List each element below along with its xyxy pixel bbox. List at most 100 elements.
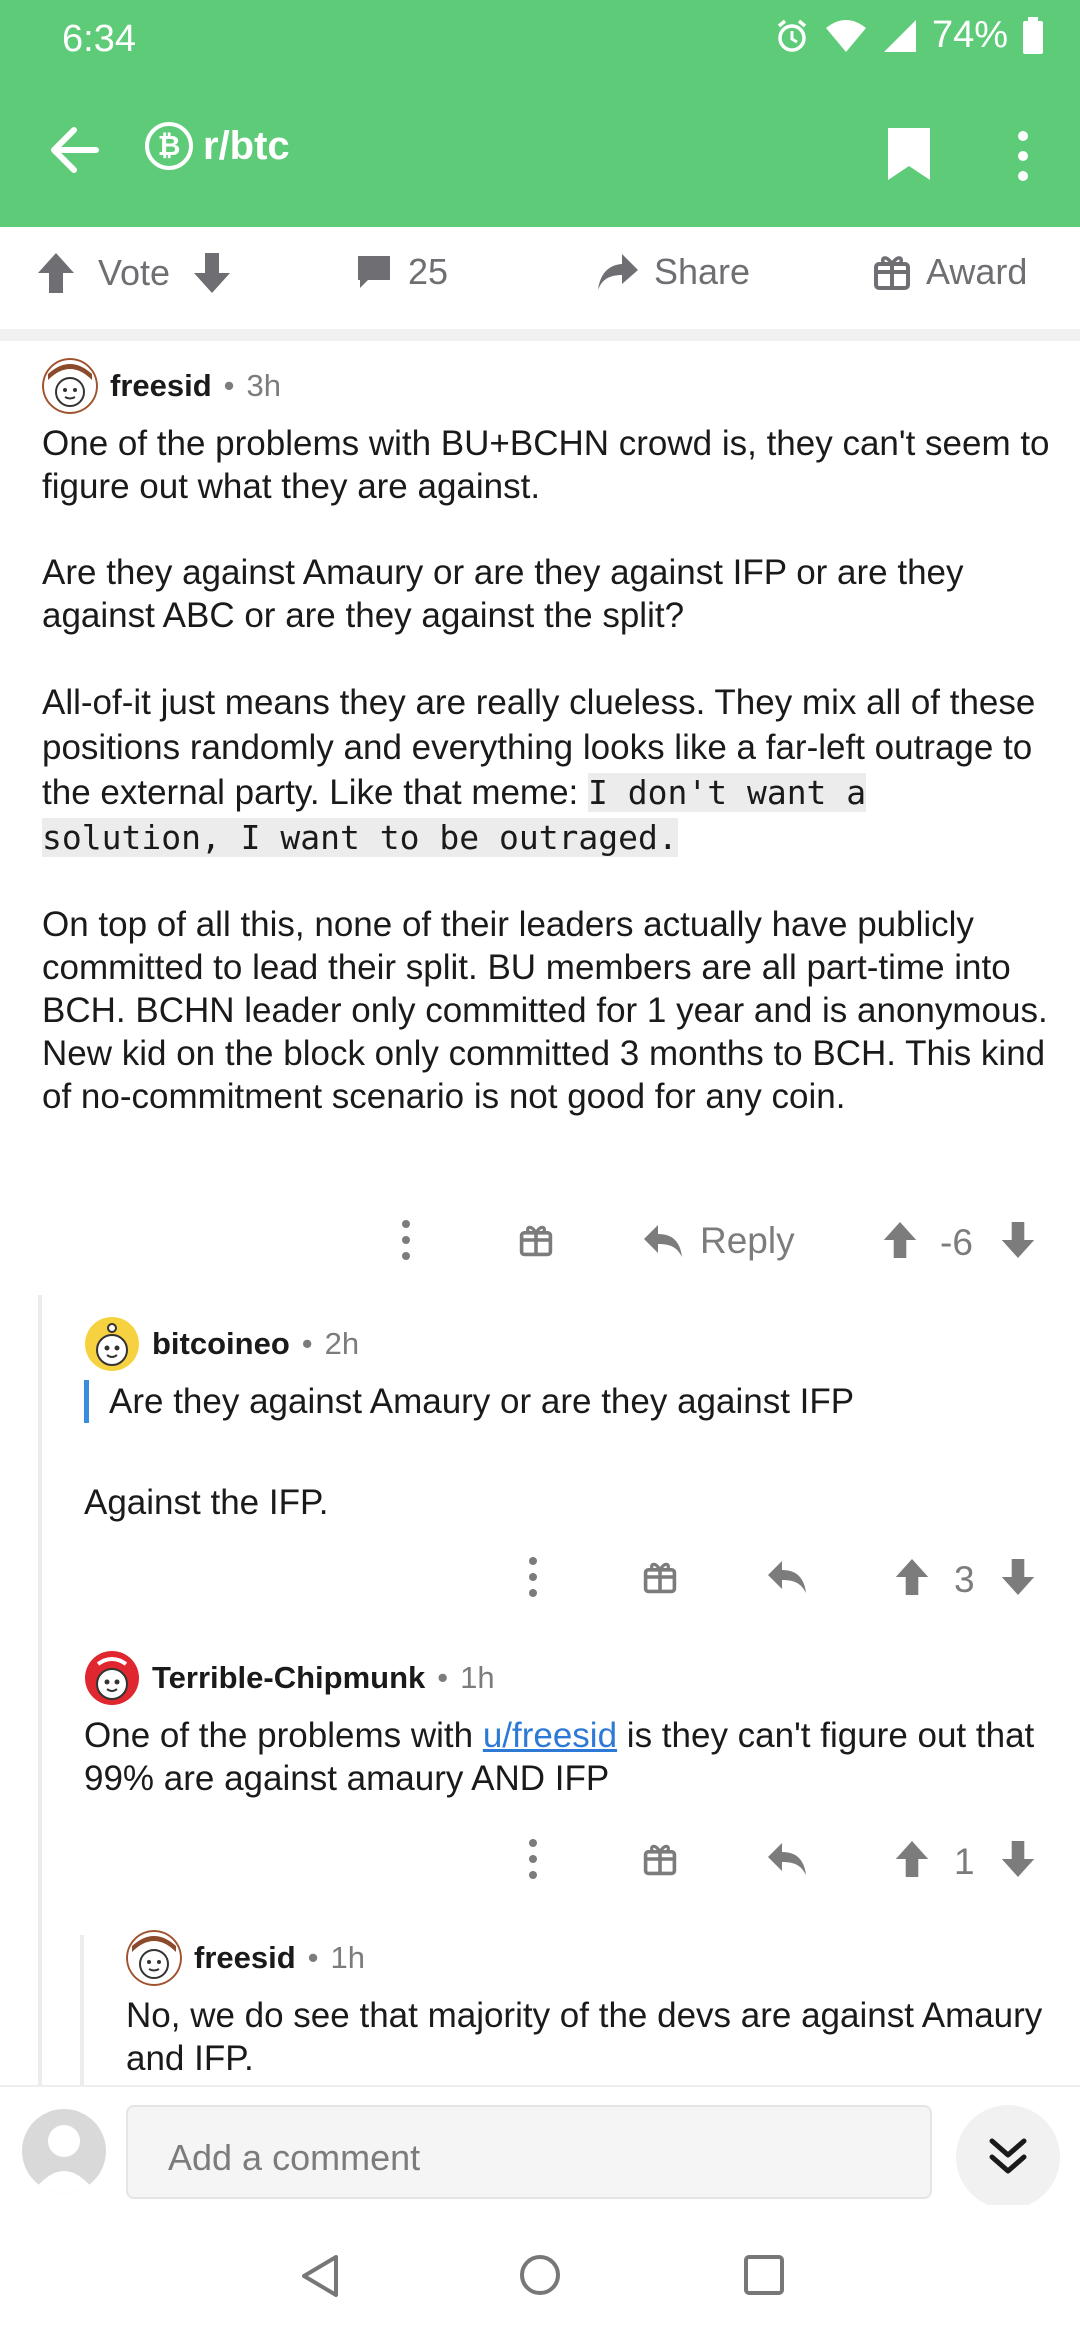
upvote-icon[interactable] xyxy=(882,1220,918,1269)
upvote-icon[interactable] xyxy=(894,1557,930,1606)
comment-age: 1h xyxy=(330,1940,366,1975)
comment-paragraph: One of the problems with BU+BCHN crowd i… xyxy=(42,424,1050,506)
app-bar: ₿ r/btc xyxy=(0,100,1080,210)
comment-age: 2h xyxy=(324,1326,360,1361)
reply-label: Reply xyxy=(700,1220,795,1261)
comment-score: 1 xyxy=(954,1841,975,1882)
award-label: Award xyxy=(926,251,1028,292)
wifi-icon xyxy=(824,18,868,54)
bitcoin-icon: ₿ xyxy=(145,122,193,170)
meta-separator: • xyxy=(301,1326,313,1361)
comment-bubble-icon xyxy=(354,252,394,292)
subreddit-name: r/btc xyxy=(203,123,290,168)
comment-text: One of the problems with xyxy=(84,1716,483,1755)
comment-author[interactable]: freesid xyxy=(194,1940,296,1976)
downvote-icon[interactable] xyxy=(1000,1839,1036,1888)
comment-paragraph: On top of all this, none of their leader… xyxy=(42,905,1048,1116)
gift-icon[interactable] xyxy=(642,1559,678,1604)
comment-author[interactable]: Terrible-Chipmunk xyxy=(152,1660,425,1696)
battery-icon xyxy=(1022,16,1044,55)
comment-actions: Reply -6 xyxy=(0,1218,1080,1268)
thread-line xyxy=(38,1295,42,2085)
comment-score: -6 xyxy=(940,1222,973,1263)
comment-body: Are they against Amaury or are they agai… xyxy=(84,1380,1044,1524)
bookmark-icon[interactable] xyxy=(884,126,934,182)
user-avatar[interactable] xyxy=(126,1930,182,1986)
more-options-icon[interactable] xyxy=(525,1555,541,1608)
comments-count: 25 xyxy=(408,251,449,292)
comment-paragraph: No, we do see that majority of the devs … xyxy=(126,1996,1043,2078)
comment-paragraph: Against the IFP. xyxy=(84,1483,329,1522)
gift-icon[interactable] xyxy=(518,1222,554,1267)
nav-home-icon[interactable] xyxy=(518,2253,562,2302)
battery-percent: 74% xyxy=(931,14,1008,56)
downvote-icon[interactable] xyxy=(1000,1220,1036,1269)
comment-body: One of the problems with u/freesid is th… xyxy=(84,1714,1044,1800)
comment-age: 3h xyxy=(246,368,282,403)
more-options-icon[interactable] xyxy=(525,1837,541,1890)
comment-paragraph: All-of-it just means they are really clu… xyxy=(42,680,1052,860)
comment-author[interactable]: freesid xyxy=(110,368,212,404)
share-label: Share xyxy=(654,251,751,292)
comment-meta: freesid • 1h xyxy=(126,1930,1046,1986)
blockquote: Are they against Amaury or are they agai… xyxy=(84,1380,1044,1423)
comment: freesid • 3h One of the problems with BU… xyxy=(42,358,1052,1161)
add-comment-input[interactable]: Add a comment xyxy=(126,2105,932,2199)
user-avatar[interactable] xyxy=(22,2109,106,2193)
post-action-bar: Vote 25 Share Award xyxy=(0,227,1080,341)
user-avatar[interactable] xyxy=(84,1316,140,1372)
cellular-icon xyxy=(882,18,918,54)
user-avatar[interactable] xyxy=(84,1650,140,1706)
app-header: 6:34 74% ₿ r/btc xyxy=(0,0,1080,227)
comment: bitcoineo • 2h Are they against Amaury o… xyxy=(84,1316,1044,1567)
reply-button[interactable]: Reply xyxy=(642,1220,795,1262)
gift-icon xyxy=(872,252,912,292)
double-chevron-down-icon xyxy=(986,2133,1030,2182)
user-mention-link[interactable]: u/freesid xyxy=(483,1716,617,1755)
subreddit-chip[interactable]: ₿ r/btc xyxy=(145,122,290,170)
status-bar: 6:34 74% xyxy=(0,0,1080,80)
meta-separator: • xyxy=(223,368,235,403)
comment-author[interactable]: bitcoineo xyxy=(152,1326,290,1362)
comment-body: No, we do see that majority of the devs … xyxy=(126,1994,1046,2080)
comment-score: 3 xyxy=(954,1559,975,1600)
downvote-icon[interactable] xyxy=(192,251,232,295)
reply-icon[interactable] xyxy=(766,1841,808,1886)
comment-paragraph: Are they against Amaury or are they agai… xyxy=(42,553,964,635)
comment: Terrible-Chipmunk • 1h One of the proble… xyxy=(84,1650,1044,1843)
meta-separator: • xyxy=(307,1940,319,1975)
comment-age: 1h xyxy=(460,1660,495,1695)
comment-text: All-of-it just means they are really clu… xyxy=(42,683,1036,812)
vote-control: Vote xyxy=(36,251,232,295)
vote-label: Vote xyxy=(98,252,171,293)
more-options-icon[interactable] xyxy=(1006,128,1040,188)
gift-icon[interactable] xyxy=(642,1841,678,1886)
comment-meta: Terrible-Chipmunk • 1h xyxy=(84,1650,1044,1706)
status-time: 6:34 xyxy=(62,18,136,60)
share-button[interactable]: Share xyxy=(596,251,750,293)
alarm-icon xyxy=(774,18,810,54)
comment-actions: 3 xyxy=(0,1555,1080,1605)
system-nav-bar xyxy=(0,2205,1080,2340)
meta-separator: • xyxy=(437,1660,449,1695)
comments-count-button[interactable]: 25 xyxy=(354,251,448,293)
share-arrow-icon xyxy=(596,252,640,292)
comment-meta: bitcoineo • 2h xyxy=(84,1316,1044,1372)
award-button[interactable]: Award xyxy=(872,251,1027,293)
user-avatar[interactable] xyxy=(42,358,98,414)
comment-body: One of the problems with BU+BCHN crowd i… xyxy=(42,422,1052,1118)
comment-composer-bar: Add a comment xyxy=(0,2085,1080,2209)
comment-paragraph: One of the problems with u/freesid is th… xyxy=(84,1714,1044,1800)
thread-line xyxy=(80,1935,84,2085)
reply-icon[interactable] xyxy=(766,1559,808,1604)
upvote-icon[interactable] xyxy=(36,251,76,295)
more-options-icon[interactable] xyxy=(398,1218,414,1271)
comment-actions: 1 xyxy=(0,1837,1080,1887)
nav-back-icon[interactable] xyxy=(298,2253,342,2304)
comment-meta: freesid • 3h xyxy=(42,358,1052,414)
nav-recents-icon[interactable] xyxy=(742,2253,786,2302)
collapse-comments-button[interactable] xyxy=(956,2105,1060,2209)
downvote-icon[interactable] xyxy=(1000,1557,1036,1606)
back-arrow-icon[interactable] xyxy=(46,122,102,178)
upvote-icon[interactable] xyxy=(894,1839,930,1888)
